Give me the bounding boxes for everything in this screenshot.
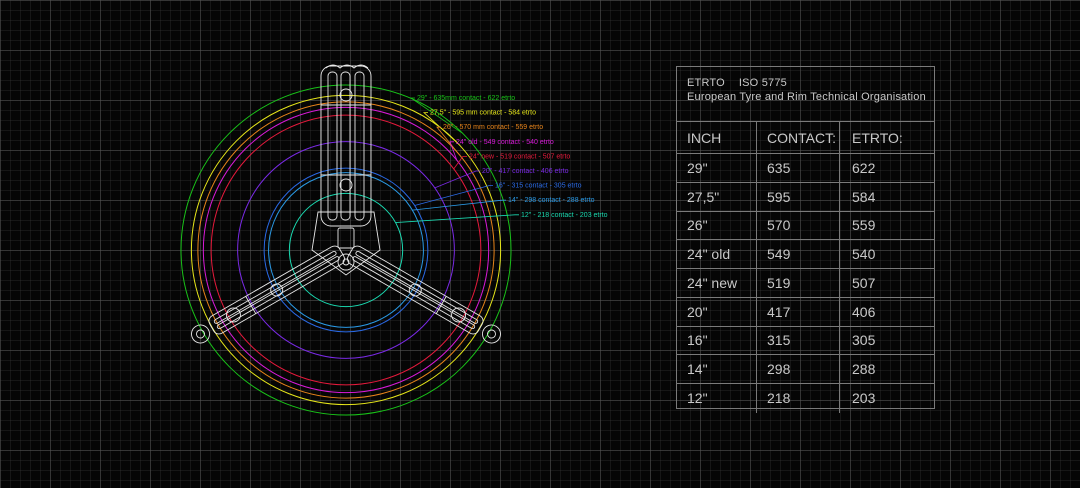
cell-contact: 315	[757, 326, 840, 355]
cell-etrto: 559	[852, 217, 876, 234]
cell-etrto: 507	[852, 274, 876, 291]
cell-inch: 24" new	[677, 269, 757, 297]
wheel-circle	[263, 167, 429, 333]
etrto-table: ETRTO ISO 5775 European Tyre and Rim Tech…	[676, 66, 935, 413]
table-row: 16" 315 305	[677, 326, 934, 356]
wheel-label: 29" - 635mm contact - 622 etrto	[417, 95, 515, 102]
table-row: 20" 417 406	[677, 297, 934, 327]
cell-etrto: 203	[852, 390, 876, 407]
wheel-label: 24" old - 549 contact - 540 etrto	[456, 139, 554, 146]
wheel-circle	[202, 106, 490, 394]
wheel-label: 26" - 570 mm contact - 559 etrto	[443, 124, 543, 131]
table-row: 24" new 519 507	[677, 269, 934, 298]
wheel-circle	[210, 114, 482, 386]
cell-etrto: 305	[852, 332, 876, 349]
wheel-label: 27,5" - 595 mm contact - 584 etrto	[430, 110, 536, 117]
table-row: 29" 635 622	[677, 154, 934, 183]
cad-canvas[interactable]: 29" - 635mm contact - 622 etrto 27,5" - 5…	[0, 0, 1080, 488]
cell-contact: 417	[757, 297, 840, 326]
table-row: 27,5" 595 584	[677, 182, 934, 212]
header-contact: CONTACT:	[757, 122, 840, 153]
wheel-label: 24" new - 519 contact - 507 etrto	[469, 153, 570, 160]
cell-inch: 29"	[677, 154, 757, 182]
header-inch: INCH	[677, 122, 757, 153]
table-row: 14" 298 288	[677, 355, 934, 384]
cell-contact: 635	[757, 154, 840, 182]
wheel-circle	[288, 192, 404, 308]
cell-etrto: 622	[852, 159, 876, 176]
cell-contact: 570	[757, 211, 840, 240]
cell-inch: 24" old	[677, 240, 757, 268]
table-row: 24" old 549 540	[677, 240, 934, 269]
wheel-circles	[180, 84, 512, 416]
cell-contact: 595	[757, 182, 840, 211]
table-subtitle: European Tyre and Rim Technical Organisa…	[687, 91, 926, 103]
table-row: 12" 218 203	[677, 384, 934, 413]
wheel-circle	[180, 84, 512, 416]
wheel-circle	[268, 172, 424, 328]
wheel-label: 14" - 298 contact - 288 etrto	[508, 197, 595, 204]
leader-line	[395, 214, 519, 223]
top-arm	[320, 64, 372, 227]
cell-inch: 16"	[677, 326, 757, 355]
header-etrto: ETRTO:	[852, 129, 903, 146]
cell-inch: 14"	[677, 355, 757, 383]
table-column-headers: INCH CONTACT: ETRTO:	[677, 122, 934, 154]
cell-inch: 27,5"	[677, 182, 757, 211]
wheel-label: 12" - 218 contact - 203 etrto	[521, 212, 608, 219]
table-row: 26" 570 559	[677, 211, 934, 241]
cell-etrto: 540	[852, 246, 876, 263]
table-title: ETRTO	[687, 77, 725, 89]
cell-contact: 298	[757, 355, 840, 383]
wheel-labels: 29" - 635mm contact - 622 etrto 27,5" - 5…	[417, 95, 608, 219]
wheel-circle	[237, 141, 455, 359]
cell-contact: 218	[757, 384, 840, 413]
wheel-label: 16" - 315 contact - 305 etrto	[495, 183, 582, 190]
cell-etrto: 584	[852, 188, 876, 205]
cell-inch: 20"	[677, 297, 757, 326]
leader-line	[412, 199, 506, 211]
cell-contact: 519	[757, 269, 840, 297]
cell-contact: 549	[757, 240, 840, 268]
wheel-label: 20" - 417 contact - 406 etrto	[482, 168, 569, 175]
table-header: ETRTO ISO 5775 European Tyre and Rim Tech…	[677, 67, 934, 122]
cell-inch: 26"	[677, 211, 757, 240]
table-standard: ISO 5775	[738, 77, 787, 89]
wheel-circle	[197, 101, 495, 399]
cell-etrto: 406	[852, 303, 876, 320]
cell-etrto: 288	[852, 361, 876, 378]
cell-inch: 12"	[677, 384, 757, 413]
